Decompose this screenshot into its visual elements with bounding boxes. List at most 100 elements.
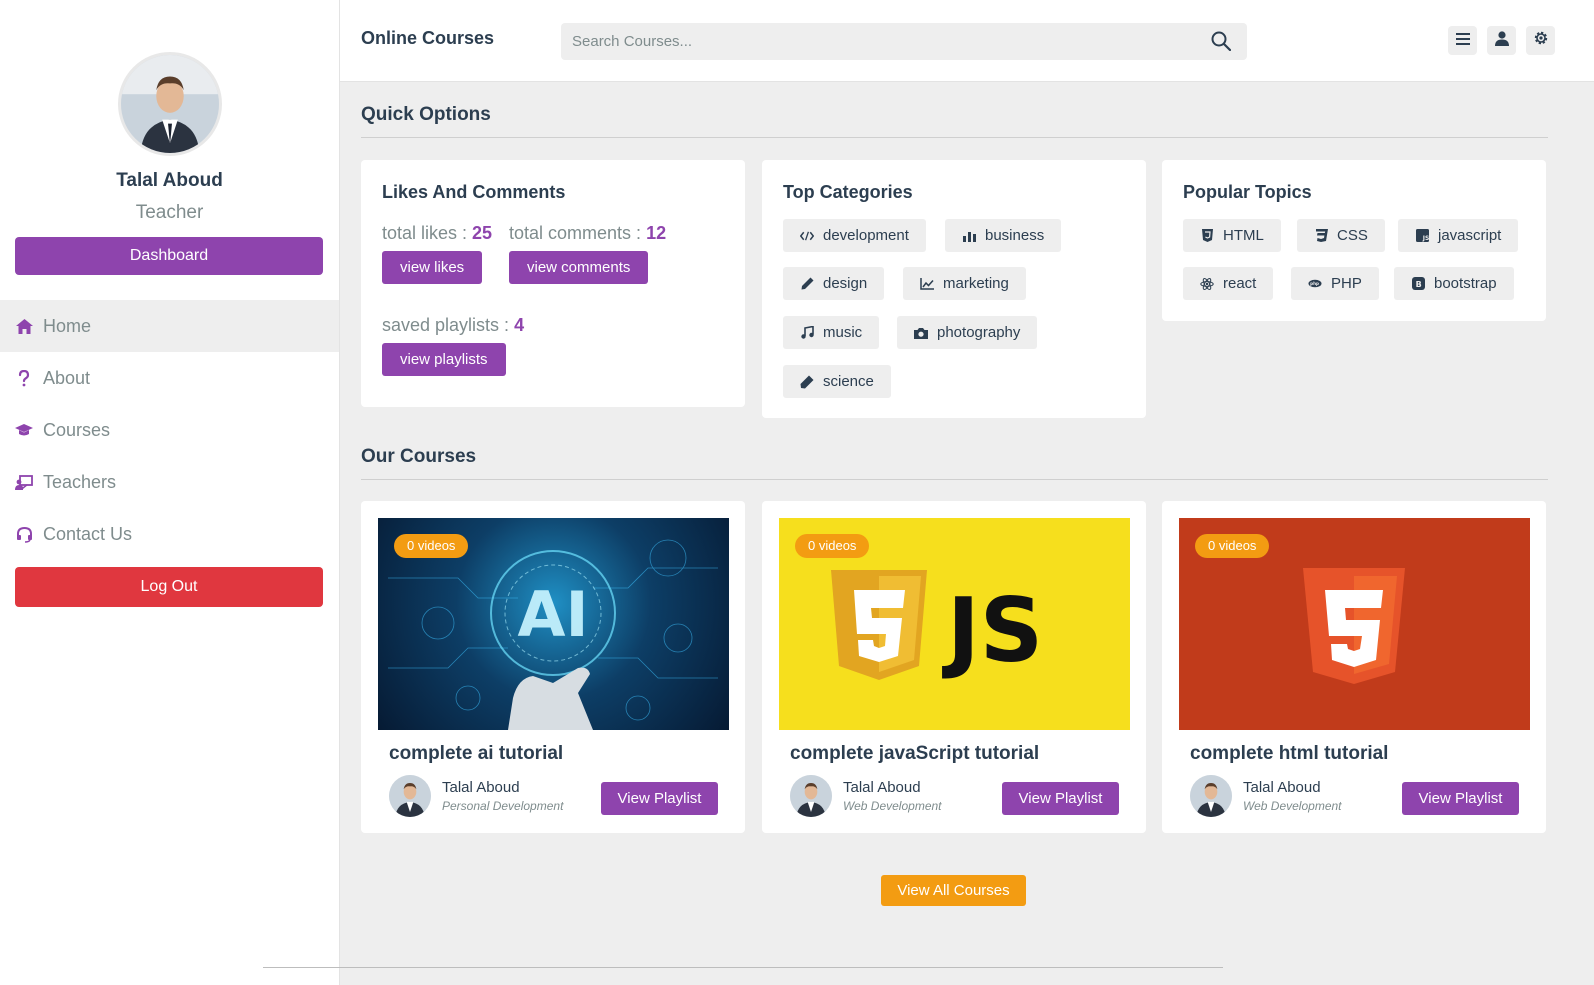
view-playlist-button[interactable]: View Playlist	[1402, 782, 1519, 815]
sidebar-nav: Home About Courses Teachers Contact Us	[0, 300, 339, 560]
tag-label: CSS	[1337, 227, 1368, 244]
category-marketing[interactable]: marketing	[903, 267, 1026, 300]
flask-icon	[800, 375, 814, 389]
sidebar-item-teachers[interactable]: Teachers	[0, 456, 339, 508]
video-count-badge: 0 videos	[394, 534, 469, 558]
total-likes: total likes : 25	[382, 223, 492, 244]
tag-label: music	[823, 324, 863, 341]
avatar	[117, 52, 222, 156]
user-icon	[1494, 30, 1509, 51]
course-title[interactable]: complete javaScript tutorial	[790, 743, 1039, 765]
dashboard-button[interactable]: Dashboard	[15, 237, 323, 275]
tag-label: science	[823, 373, 874, 390]
course-card: JS 0 videos complete javaScript tutorial…	[762, 501, 1146, 833]
topic-css[interactable]: CSS	[1297, 219, 1385, 252]
sidebar-item-label: Home	[43, 315, 92, 336]
music-icon	[800, 326, 814, 340]
js-icon: JS	[1415, 229, 1429, 243]
tag-label: react	[1223, 275, 1257, 292]
tag-label: bootstrap	[1434, 275, 1497, 292]
saved-playlists-label: saved playlists :	[382, 315, 515, 335]
video-count-badge: 0 videos	[1195, 534, 1270, 558]
settings-button[interactable]	[1526, 26, 1555, 55]
saved-playlists-value: 4	[514, 315, 525, 335]
course-thumbnail[interactable]: JS 0 videos	[779, 518, 1130, 730]
sidebar-item-courses[interactable]: Courses	[0, 404, 339, 456]
course-category: Web Development	[843, 799, 942, 813]
category-development[interactable]: development	[783, 219, 926, 252]
our-courses-title: Our Courses	[361, 446, 477, 467]
view-comments-button[interactable]: view comments	[509, 251, 649, 284]
sidebar-item-label: Courses	[43, 419, 111, 440]
question-icon	[15, 369, 33, 387]
category-photography[interactable]: photography	[897, 316, 1038, 349]
profile: Talal Aboud Teacher	[0, 0, 339, 224]
total-likes-value: 25	[472, 223, 493, 243]
course-category: Personal Development	[442, 799, 564, 813]
topic-php[interactable]: php PHP	[1291, 267, 1379, 300]
avatar	[1190, 775, 1232, 817]
search-input[interactable]	[561, 23, 1181, 60]
sidebar-item-label: Teachers	[43, 471, 117, 492]
topic-react[interactable]: react	[1183, 267, 1274, 300]
sidebar-item-label: Contact Us	[43, 523, 133, 544]
scrollbar-track	[263, 967, 1223, 968]
gear-icon	[1533, 30, 1549, 51]
topic-bootstrap[interactable]: B bootstrap	[1394, 267, 1514, 300]
logout-button[interactable]: Log Out	[15, 567, 323, 607]
view-playlists-button[interactable]: view playlists	[382, 343, 506, 376]
tag-label: marketing	[943, 275, 1009, 292]
headset-icon	[15, 525, 33, 543]
react-icon	[1200, 277, 1214, 291]
teacher-icon	[15, 473, 33, 491]
category-music[interactable]: music	[783, 316, 880, 349]
search-icon[interactable]	[1211, 31, 1232, 52]
divider	[361, 137, 1548, 138]
course-category: Web Development	[1243, 799, 1342, 813]
course-thumbnail[interactable]: 0 videos	[1179, 518, 1530, 730]
code-icon	[800, 229, 814, 243]
course-title[interactable]: complete ai tutorial	[389, 743, 563, 765]
thumb-label: JS	[942, 579, 1043, 682]
avatar	[389, 775, 431, 817]
divider	[361, 479, 1548, 480]
tag-label: design	[823, 275, 868, 292]
card-title: Likes And Comments	[382, 182, 566, 202]
menu-button[interactable]	[1448, 26, 1477, 55]
sidebar-item-about[interactable]: About	[0, 352, 339, 404]
menu-icon	[1455, 32, 1470, 50]
card-title: Top Categories	[783, 182, 913, 202]
css3-icon	[1314, 229, 1328, 243]
user-button[interactable]	[1487, 26, 1516, 55]
total-likes-label: total likes :	[382, 223, 473, 243]
thumb-label: AI	[517, 578, 588, 651]
view-playlist-button[interactable]: View Playlist	[601, 782, 718, 815]
category-science[interactable]: science	[783, 365, 891, 398]
camera-icon	[914, 326, 928, 340]
author-name: Talal Aboud	[843, 779, 921, 796]
sidebar-item-contact[interactable]: Contact Us	[0, 508, 339, 560]
profile-name: Talal Aboud	[116, 170, 223, 191]
course-card: AI 0 videos complete ai tutorial Talal A…	[361, 501, 745, 833]
topic-html[interactable]: HTML	[1183, 219, 1281, 252]
view-all-courses-button[interactable]: View All Courses	[881, 875, 1026, 906]
tag-label: javascript	[1438, 227, 1502, 244]
course-thumbnail[interactable]: AI 0 videos	[378, 518, 729, 730]
tag-label: business	[985, 227, 1045, 244]
course-title[interactable]: complete html tutorial	[1190, 743, 1388, 765]
logo[interactable]: Online Courses	[361, 28, 494, 49]
category-design[interactable]: design	[783, 267, 885, 300]
view-likes-button[interactable]: view likes	[382, 251, 483, 284]
author-name: Talal Aboud	[1243, 779, 1321, 796]
card-title: Popular Topics	[1183, 182, 1312, 202]
total-comments-value: 12	[646, 223, 667, 243]
total-comments-label: total comments :	[509, 223, 647, 243]
profile-role: Teacher	[135, 202, 204, 223]
bootstrap-icon: B	[1411, 277, 1425, 291]
svg-text:B: B	[1415, 280, 1421, 289]
topic-javascript[interactable]: JS javascript	[1398, 219, 1519, 252]
sidebar-item-home[interactable]: Home	[0, 300, 339, 352]
svg-text:JS: JS	[1421, 235, 1428, 242]
view-playlist-button[interactable]: View Playlist	[1002, 782, 1119, 815]
category-business[interactable]: business	[945, 219, 1062, 252]
